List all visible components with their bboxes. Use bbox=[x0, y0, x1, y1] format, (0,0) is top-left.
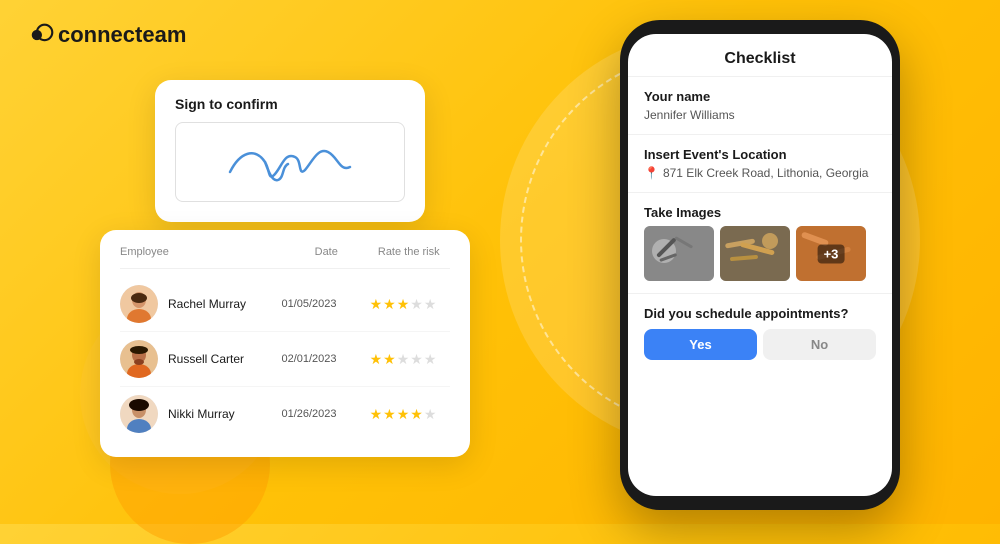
sign-card: Sign to confirm bbox=[155, 80, 425, 222]
row-date-nikki: 01/26/2023 bbox=[262, 408, 356, 420]
your-name-label: Your name bbox=[644, 89, 876, 104]
phone-header: Checklist bbox=[628, 34, 892, 77]
logo-icon bbox=[30, 23, 54, 47]
logo: connecteam bbox=[30, 22, 186, 48]
row-date-russell: 02/01/2023 bbox=[262, 353, 356, 365]
row-stars-russell: ★ ★ ★ ★ ★ bbox=[356, 351, 450, 368]
appointments-section: Did you schedule appointments? Yes No bbox=[628, 294, 892, 372]
row-name-nikki: Nikki Murray bbox=[168, 407, 262, 421]
phone-screen: Checklist Your name Jennifer Williams In… bbox=[628, 34, 892, 496]
row-stars-rachel: ★ ★ ★ ★ ★ bbox=[356, 296, 450, 313]
image-badge: +3 bbox=[818, 244, 845, 263]
appointments-label: Did you schedule appointments? bbox=[644, 306, 876, 321]
avatar-russell bbox=[120, 340, 158, 378]
col-risk: Rate the risk bbox=[368, 246, 451, 258]
image-thumb-2 bbox=[720, 226, 790, 281]
sign-area bbox=[175, 122, 405, 202]
image-thumb-1 bbox=[644, 226, 714, 281]
phone-title: Checklist bbox=[644, 50, 876, 68]
images-label: Take Images bbox=[644, 205, 876, 220]
col-employee: Employee bbox=[120, 246, 285, 258]
table-header: Employee Date Rate the risk bbox=[120, 246, 450, 269]
logo-text: connecteam bbox=[58, 22, 186, 48]
table-card: Employee Date Rate the risk Rachel Murra… bbox=[100, 230, 470, 457]
avatar-nikki bbox=[120, 395, 158, 433]
row-name-rachel: Rachel Murray bbox=[168, 297, 262, 311]
sign-card-title: Sign to confirm bbox=[175, 96, 405, 112]
phone-content: Your name Jennifer Williams Insert Event… bbox=[628, 77, 892, 496]
images-section: Take Images bbox=[628, 193, 892, 294]
yes-button[interactable]: Yes bbox=[644, 329, 757, 360]
table-row: Russell Carter 02/01/2023 ★ ★ ★ ★ ★ bbox=[120, 332, 450, 387]
col-date: Date bbox=[285, 246, 368, 258]
your-name-section: Your name Jennifer Williams bbox=[628, 77, 892, 135]
no-button[interactable]: No bbox=[763, 329, 876, 360]
image-thumb-3: +3 bbox=[796, 226, 866, 281]
row-date-rachel: 01/05/2023 bbox=[262, 298, 356, 310]
table-row: Nikki Murray 01/26/2023 ★ ★ ★ ★ ★ bbox=[120, 387, 450, 441]
location-label: Insert Event's Location bbox=[644, 147, 876, 162]
location-value: 871 Elk Creek Road, Lithonia, Georgia bbox=[663, 166, 868, 180]
yes-no-row: Yes No bbox=[644, 329, 876, 360]
location-section: Insert Event's Location 📍 871 Elk Creek … bbox=[628, 135, 892, 193]
your-name-value: Jennifer Williams bbox=[644, 108, 876, 122]
table-row: Rachel Murray 01/05/2023 ★ ★ ★ ★ ★ bbox=[120, 277, 450, 332]
location-pin-icon: 📍 bbox=[644, 166, 659, 180]
avatar-rachel bbox=[120, 285, 158, 323]
phone: Checklist Your name Jennifer Williams In… bbox=[620, 20, 900, 510]
location-row: 📍 871 Elk Creek Road, Lithonia, Georgia bbox=[644, 166, 876, 180]
row-name-russell: Russell Carter bbox=[168, 352, 262, 366]
row-stars-nikki: ★ ★ ★ ★ ★ bbox=[356, 406, 450, 423]
images-row: +3 bbox=[644, 226, 876, 281]
